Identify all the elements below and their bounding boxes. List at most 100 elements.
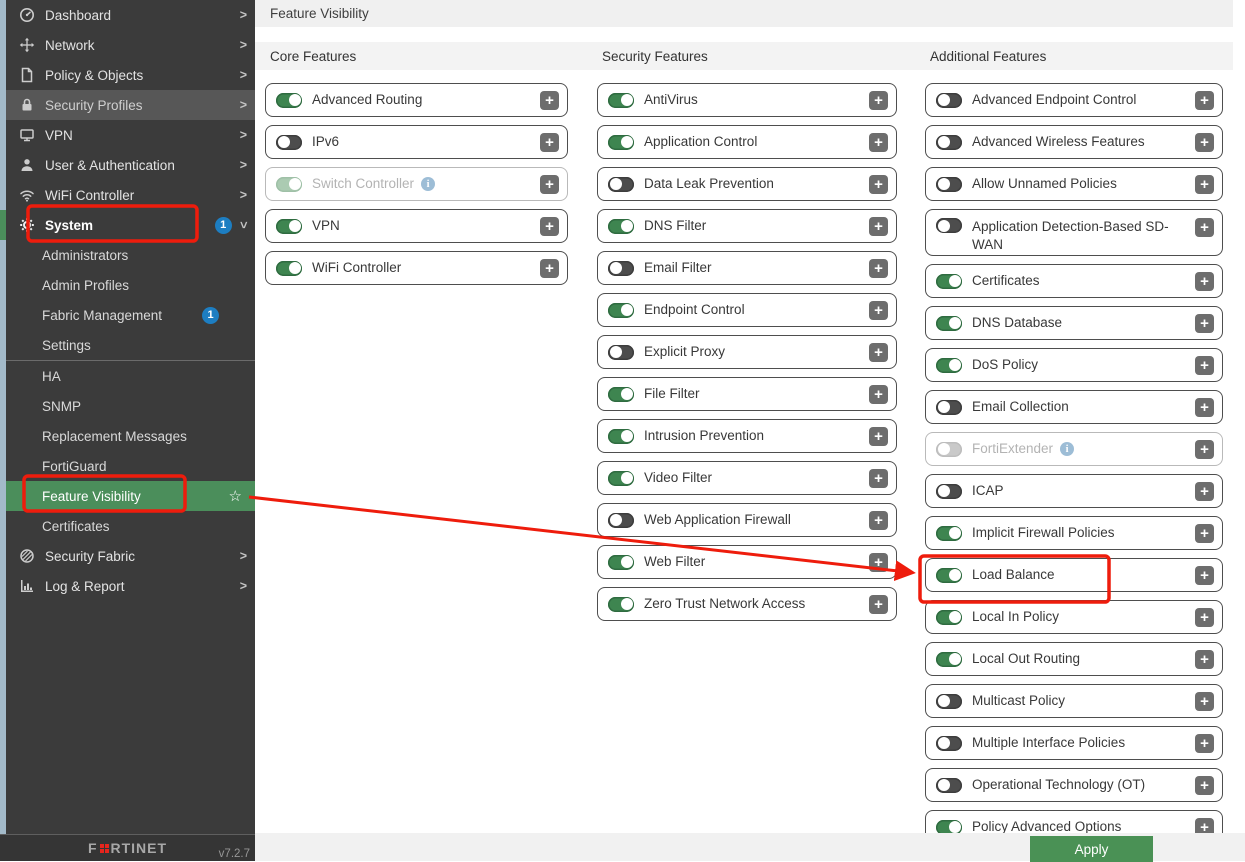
feature-card-explicit-proxy: Explicit Proxy+ [597,335,897,369]
expand-plus-button[interactable]: + [869,469,888,488]
toggle-off-multiple-interface-policies[interactable] [936,736,962,751]
expand-plus-button[interactable]: + [540,175,559,194]
expand-plus-button[interactable]: + [1195,566,1214,585]
sidebar-item-settings[interactable]: Settings [6,330,255,360]
expand-plus-button[interactable]: + [869,259,888,278]
expand-plus-button[interactable]: + [869,175,888,194]
expand-plus-button[interactable]: + [869,385,888,404]
logo-dot-grid-icon [100,844,109,853]
expand-plus-button[interactable]: + [540,91,559,110]
toggle-on-certificates[interactable] [936,274,962,289]
sidebar-item-log-report[interactable]: Log & Report> [6,571,255,601]
expand-plus-button[interactable]: + [869,511,888,530]
expand-plus-button[interactable]: + [1195,776,1214,795]
sidebar-item-dashboard[interactable]: Dashboard> [6,0,255,30]
expand-plus-button[interactable]: + [1195,608,1214,627]
toggle-knob [949,359,961,371]
expand-plus-button[interactable]: + [869,91,888,110]
expand-plus-button[interactable]: + [869,427,888,446]
toggle-on-endpoint-control[interactable] [608,303,634,318]
expand-plus-button[interactable]: + [540,217,559,236]
sidebar-item-feature-visibility[interactable]: Feature Visibility☆ [6,481,255,511]
toggle-on-advanced-routing[interactable] [276,93,302,108]
notification-badge: 1 [202,307,219,324]
sidebar-item-certificates[interactable]: Certificates [6,511,255,541]
toggle-off-web-application-firewall[interactable] [608,513,634,528]
toggle-off-application-detection-based-sd-wan[interactable] [936,218,962,233]
expand-plus-button[interactable]: + [1195,91,1214,110]
feature-label: Email Filter [644,259,712,277]
expand-plus-button[interactable]: + [869,343,888,362]
expand-plus-button[interactable]: + [1195,272,1214,291]
toggle-on-application-control[interactable] [608,135,634,150]
expand-plus-button[interactable]: + [1195,482,1214,501]
expand-plus-button[interactable]: + [1195,524,1214,543]
toggle-on-web-filter[interactable] [608,555,634,570]
toggle-on-file-filter[interactable] [608,387,634,402]
toggle-off-data-leak-prevention[interactable] [608,177,634,192]
toggle-on-load-balance[interactable] [936,568,962,583]
expand-plus-button[interactable]: + [1195,650,1214,669]
toggle-off-email-collection[interactable] [936,400,962,415]
sidebar-item-policy-objects[interactable]: Policy & Objects> [6,60,255,90]
feature-label: Zero Trust Network Access [644,595,805,613]
apply-button[interactable]: Apply [1030,836,1153,862]
toggle-on-wifi-controller[interactable] [276,261,302,276]
expand-plus-button[interactable]: + [1195,692,1214,711]
expand-plus-button[interactable]: + [869,301,888,320]
toggle-on-video-filter[interactable] [608,471,634,486]
expand-plus-button[interactable]: + [869,133,888,152]
expand-plus-button[interactable]: + [1195,356,1214,375]
expand-plus-button[interactable]: + [1195,218,1214,237]
toggle-off-ipv6[interactable] [276,135,302,150]
toggle-off-advanced-endpoint-control[interactable] [936,93,962,108]
toggle-on-dos-policy[interactable] [936,358,962,373]
feature-label: Intrusion Prevention [644,427,764,445]
sidebar-item-network[interactable]: Network> [6,30,255,60]
toggle-on-local-out-routing[interactable] [936,652,962,667]
toggle-on-zero-trust-network-access[interactable] [608,597,634,612]
sidebar-item-security-fabric[interactable]: Security Fabric> [6,541,255,571]
expand-plus-button[interactable]: + [540,133,559,152]
sidebar-item-user-authentication[interactable]: User & Authentication> [6,150,255,180]
sidebar-item-admin-profiles[interactable]: Admin Profiles [6,270,255,300]
sidebar-item-vpn[interactable]: VPN> [6,120,255,150]
expand-plus-button[interactable]: + [1195,133,1214,152]
expand-plus-button[interactable]: + [869,595,888,614]
sidebar-item-snmp[interactable]: SNMP [6,391,255,421]
expand-plus-button[interactable]: + [1195,314,1214,333]
toggle-knob [621,598,633,610]
toggle-on-intrusion-prevention[interactable] [608,429,634,444]
sidebar-item-fabric-management[interactable]: Fabric Management1 [6,300,255,330]
sidebar-item-ha[interactable]: HA [6,361,255,391]
expand-plus-button[interactable]: + [1195,398,1214,417]
toggle-off-explicit-proxy[interactable] [608,345,634,360]
toggle-off-multicast-policy[interactable] [936,694,962,709]
expand-plus-button[interactable]: + [869,217,888,236]
toggle-on-local-in-policy[interactable] [936,610,962,625]
sidebar-item-wifi-controller[interactable]: WiFi Controller> [6,180,255,210]
sidebar-item-system[interactable]: System1> [6,210,255,240]
favorite-star-icon[interactable]: ☆ [229,487,242,505]
toggle-on-dns-database[interactable] [936,316,962,331]
toggle-on-implicit-firewall-policies[interactable] [936,526,962,541]
toggle-off-email-filter[interactable] [608,261,634,276]
expand-plus-button[interactable]: + [869,553,888,572]
sidebar-item-administrators[interactable]: Administrators [6,240,255,270]
toggle-off-allow-unnamed-policies[interactable] [936,177,962,192]
toggle-off-advanced-wireless-features[interactable] [936,135,962,150]
expand-plus-button[interactable]: + [540,259,559,278]
toggle-on-dns-filter[interactable] [608,219,634,234]
expand-plus-button[interactable]: + [1195,734,1214,753]
toggle-on-antivirus[interactable] [608,93,634,108]
toggle-off-icap[interactable] [936,484,962,499]
sidebar-item-replacement-messages[interactable]: Replacement Messages [6,421,255,451]
sidebar-item-fortiguard[interactable]: FortiGuard [6,451,255,481]
feature-label: DNS Database [972,314,1062,332]
sidebar-item-security-profiles[interactable]: Security Profiles> [6,90,255,120]
expand-plus-button[interactable]: + [1195,175,1214,194]
toggle-on-vpn[interactable] [276,219,302,234]
toggle-off-operational-technology-ot[interactable] [936,778,962,793]
expand-plus-button[interactable]: + [1195,440,1214,459]
sidebar-item-label: Dashboard [45,8,111,23]
